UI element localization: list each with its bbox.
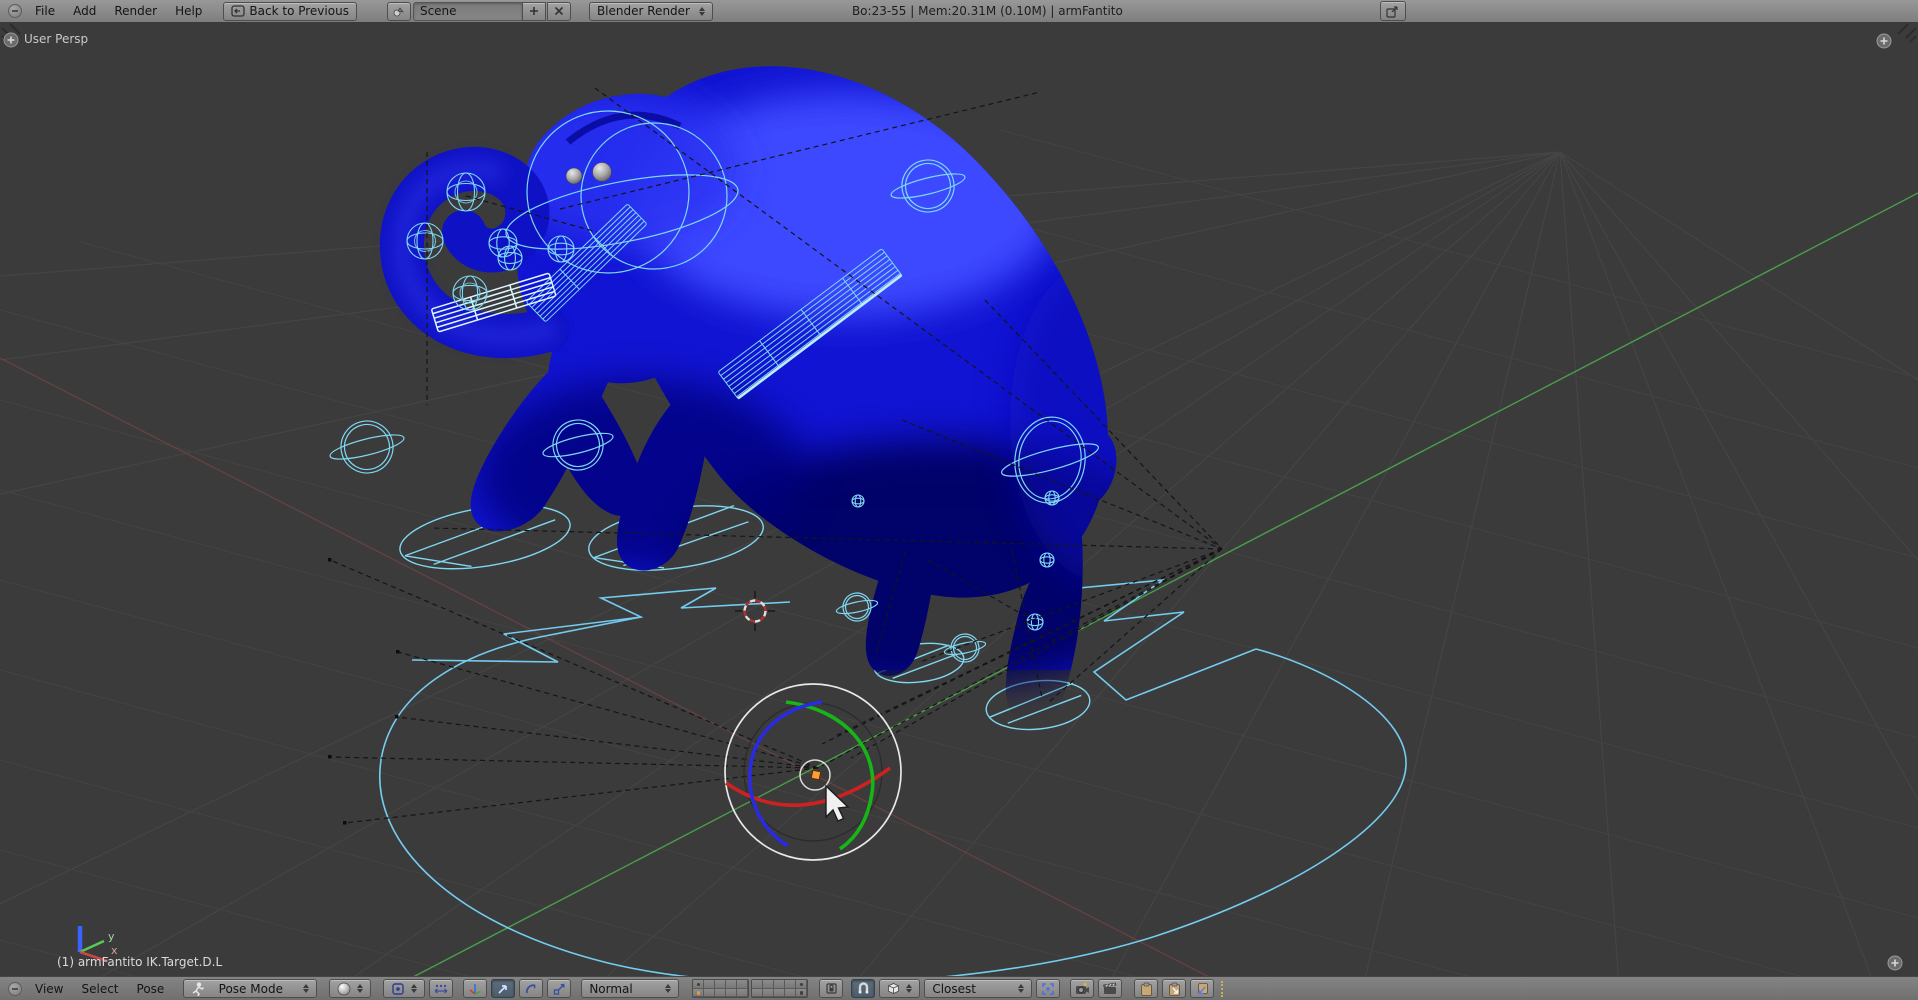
- paste-flipped-pose-button[interactable]: [1190, 979, 1214, 998]
- blender-window: { "info_bar": { "menus": ["File", "Add",…: [0, 0, 1918, 1000]
- menu-file[interactable]: File: [26, 0, 64, 22]
- copy-pose-button[interactable]: [1134, 979, 1158, 998]
- scale-icon: [552, 982, 566, 996]
- scene-name-value: Scene: [420, 4, 457, 18]
- elephant-eye-right: [593, 163, 612, 182]
- shading-select[interactable]: [329, 979, 371, 998]
- snap-toggle-button[interactable]: [851, 979, 875, 998]
- lock-to-scene-button[interactable]: [819, 979, 843, 998]
- menu-add[interactable]: Add: [64, 0, 105, 22]
- orientation-select[interactable]: Normal: [581, 979, 679, 998]
- cube-icon: [887, 982, 900, 995]
- render-engine-value: Blender Render: [597, 4, 690, 18]
- back-arrow-icon: [231, 5, 245, 17]
- pose-mode-icon: [191, 982, 204, 996]
- dropdown-arrows-icon: [1018, 984, 1024, 993]
- translate-manipulator-button[interactable]: [491, 979, 515, 998]
- view-header-collapse-icon[interactable]: [8, 982, 22, 996]
- viewport-3d[interactable]: [0, 22, 1918, 977]
- paste-pose-button[interactable]: [1162, 979, 1186, 998]
- menu-help[interactable]: Help: [166, 0, 211, 22]
- rotate-icon: [524, 982, 538, 996]
- render-engine-select[interactable]: Blender Render: [589, 2, 713, 21]
- menu-view[interactable]: View: [26, 978, 72, 1000]
- clipboard-paste-flipped-icon: [1196, 982, 1209, 996]
- close-icon: [554, 6, 564, 16]
- mode-select[interactable]: Pose Mode: [183, 979, 317, 998]
- menu-render[interactable]: Render: [105, 0, 166, 22]
- magnet-icon: [857, 982, 870, 995]
- snap-peel-object-button[interactable]: [1036, 979, 1060, 998]
- window-duplicate-button[interactable]: [1380, 1, 1406, 21]
- scene-unlink-button[interactable]: [547, 2, 571, 21]
- dropdown-arrows-icon: [357, 984, 363, 993]
- camera-icon: [1075, 982, 1090, 995]
- snap-bounds-icon: [1041, 982, 1055, 996]
- axis-label-x: x: [111, 944, 118, 957]
- axis-manipulator-icon: [468, 982, 482, 996]
- snap-target-select[interactable]: Closest: [924, 979, 1032, 998]
- scene-add-button[interactable]: [522, 2, 546, 21]
- active-object-info: (1) armFantito IK.Target.D.L: [57, 955, 222, 969]
- dropdown-arrows-icon: [906, 984, 912, 993]
- scene-browse-button[interactable]: [387, 2, 411, 21]
- bone-origin-point: [811, 770, 820, 779]
- pivot-point-select[interactable]: [383, 979, 425, 998]
- view-name-label: User Persp: [24, 32, 88, 46]
- orientation-select-value: Normal: [589, 982, 632, 996]
- dropdown-arrows-icon: [699, 7, 705, 16]
- bottom-right-plus-icon[interactable]: [1888, 956, 1902, 970]
- back-to-previous-button[interactable]: Back to Previous: [223, 2, 357, 21]
- layers-widget-right[interactable]: [751, 979, 808, 998]
- dropdown-arrows-icon: [303, 984, 309, 993]
- snap-element-select[interactable]: [879, 979, 920, 998]
- header-collapse-icon[interactable]: [8, 4, 22, 18]
- menu-pose[interactable]: Pose: [128, 978, 174, 1000]
- solid-shading-icon: [337, 982, 351, 996]
- clipboard-copy-icon: [1140, 982, 1153, 996]
- window-fullscreen-icon: [1386, 5, 1399, 18]
- mode-select-value: Pose Mode: [219, 982, 283, 996]
- scale-manipulator-button[interactable]: [547, 979, 571, 998]
- view-header-bar: View Select Pose Pose Mode: [0, 976, 1918, 1000]
- translate-icon: [496, 982, 510, 996]
- scene-name-field[interactable]: Scene: [413, 2, 523, 21]
- elephant-eye-left: [566, 168, 582, 184]
- lock-icon: [825, 982, 838, 995]
- pivot-center-icon: [391, 982, 405, 996]
- center-points-icon: [434, 984, 448, 994]
- back-to-previous-label: Back to Previous: [249, 4, 349, 18]
- axis-label-y: y: [108, 930, 115, 943]
- layers-widget-left[interactable]: [692, 979, 749, 998]
- manipulator-toggle-button[interactable]: [463, 979, 487, 998]
- dropdown-arrows-icon: [665, 984, 671, 993]
- snap-target-value: Closest: [932, 982, 976, 996]
- clapperboard-icon: [1103, 982, 1118, 995]
- scene-icon: [392, 5, 405, 18]
- rotate-manipulator-button[interactable]: [519, 979, 543, 998]
- dropdown-arrows-icon: [411, 984, 417, 993]
- opengl-render-button[interactable]: [1070, 979, 1094, 998]
- info-header-bar: File Add Render Help Back to Previous Sc…: [0, 0, 1918, 23]
- clipboard-paste-icon: [1168, 982, 1181, 996]
- toolshelf-open-plus-icon[interactable]: [4, 33, 18, 47]
- opengl-render-anim-button[interactable]: [1098, 979, 1122, 998]
- manipulate-center-points-toggle[interactable]: [429, 979, 453, 998]
- header-separator: [1221, 981, 1223, 997]
- menu-select[interactable]: Select: [72, 978, 127, 1000]
- plus-icon: [529, 6, 539, 16]
- status-info: Bo:23-55 | Mem:20.31M (0.10M) | armFanti…: [852, 4, 1123, 18]
- properties-open-plus-icon[interactable]: [1877, 34, 1891, 48]
